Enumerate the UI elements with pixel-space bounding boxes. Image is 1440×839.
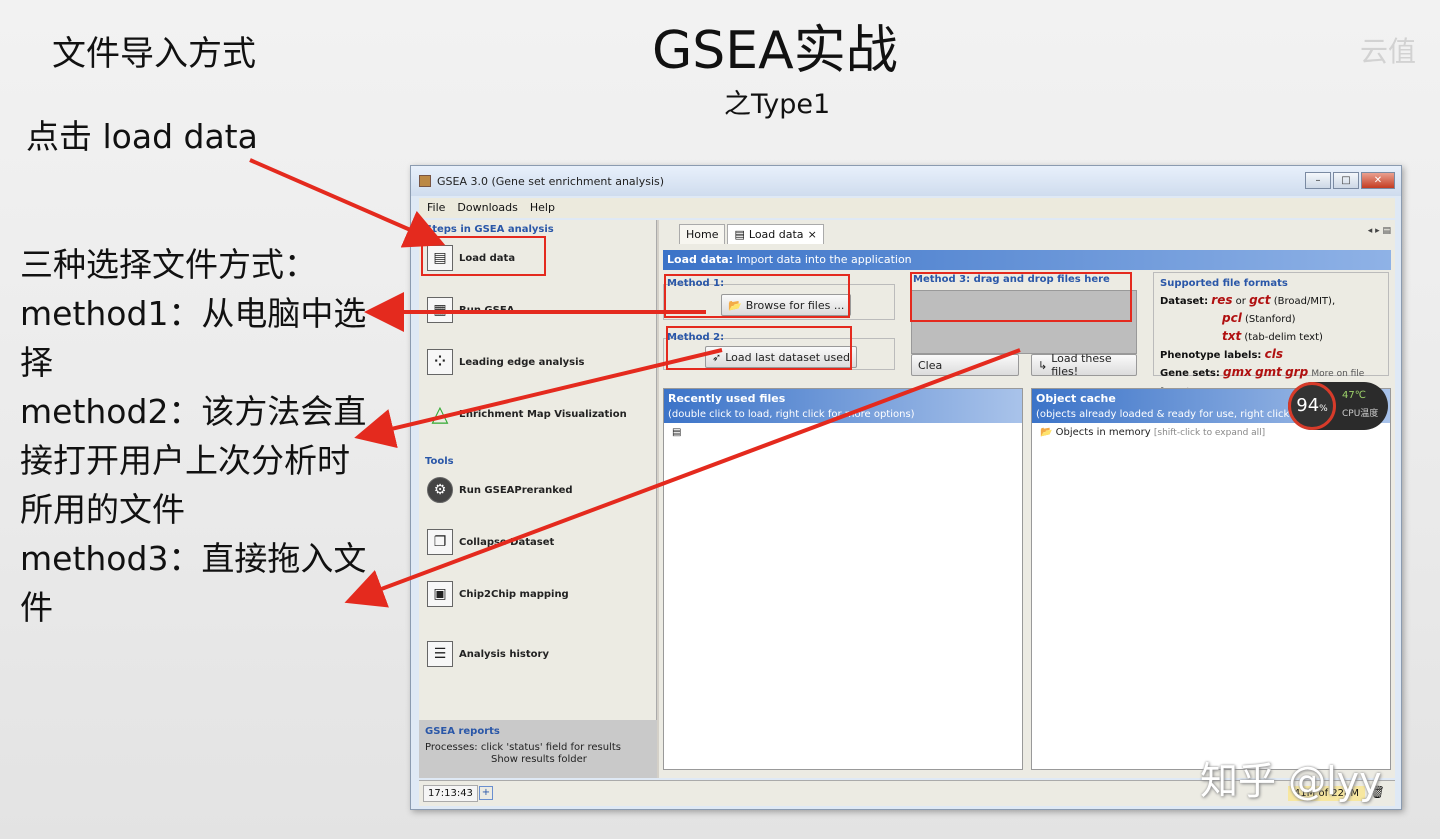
collapse-icon: ❐ xyxy=(427,529,453,555)
slide-subtitle: 之Type1 xyxy=(724,89,831,120)
object-cache-title: Object cache xyxy=(1036,392,1116,405)
add-icon[interactable]: + xyxy=(479,786,493,800)
step-enrichment-map-label: Enrichment Map Visualization xyxy=(459,408,627,420)
menubar: File Downloads Help xyxy=(419,198,1395,218)
left-pane: Steps in GSEA analysis ▤ Load data ▦ Run… xyxy=(419,220,657,778)
tool-collapse-dataset-label: Collapse Dataset xyxy=(459,536,555,548)
highlight-method2 xyxy=(666,326,852,370)
window-title: GSEA 3.0 (Gene set enrichment analysis) xyxy=(437,175,665,188)
close-button[interactable]: ✕ xyxy=(1361,172,1395,189)
load-files-icon: ↳ xyxy=(1038,358,1048,372)
menu-downloads[interactable]: Downloads xyxy=(457,198,517,218)
steps-header: Steps in GSEA analysis xyxy=(425,224,554,235)
note-methods-header: 三种选择文件方式： xyxy=(20,245,317,284)
cpu-gauge: 94% xyxy=(1288,382,1336,430)
tab-home-label: Home xyxy=(686,228,719,241)
recent-files-header: Recently used files (double click to loa… xyxy=(664,389,1022,423)
analysis-history[interactable]: ☰ Analysis history xyxy=(427,636,549,672)
tab-load-data-label: Load data xyxy=(748,228,804,241)
recent-files-title: Recently used files xyxy=(668,392,786,405)
tab-bar: Home ▤ Load data × xyxy=(679,224,826,244)
clear-button[interactable]: Clea xyxy=(911,354,1019,376)
tool-run-gsea-preranked[interactable]: ⚙ Run GSEAPreranked xyxy=(427,472,573,508)
note-methods: 三种选择文件方式： method1：从电脑中选择 method2：该方法会直接打… xyxy=(20,240,380,632)
tab-close-icon[interactable]: × xyxy=(808,228,817,241)
run-gsea-icon: ▦ xyxy=(427,297,453,323)
minimize-button[interactable]: – xyxy=(1305,172,1331,189)
tools-header: Tools xyxy=(425,456,454,467)
enrichment-map-icon: △ xyxy=(431,401,449,427)
tool-chip2chip-label: Chip2Chip mapping xyxy=(459,588,569,600)
folder-open-icon: 📂 xyxy=(1040,427,1053,438)
main-area: Steps in GSEA analysis ▤ Load data ▦ Run… xyxy=(419,220,1395,778)
step-enrichment-map[interactable]: △ Enrichment Map Visualization xyxy=(427,396,627,432)
highlight-load-data xyxy=(421,236,546,276)
object-cache-hint: (objects already loaded & ready for use,… xyxy=(1036,409,1290,420)
reports-processes: Processes: click 'status' field for resu… xyxy=(425,742,621,753)
slide-title: GSEA实战 xyxy=(652,21,898,81)
highlight-method1 xyxy=(664,274,850,318)
load-these-files-button[interactable]: ↳ Load these files! xyxy=(1031,352,1137,378)
tool-chip2chip[interactable]: ▣ Chip2Chip mapping xyxy=(427,576,569,612)
menu-help[interactable]: Help xyxy=(530,198,555,218)
show-results-folder-link[interactable]: Show results folder xyxy=(491,754,587,765)
cpu-temperature: 47℃ xyxy=(1342,390,1366,401)
tab-load-data[interactable]: ▤ Load data × xyxy=(727,224,824,244)
tool-run-gsea-preranked-label: Run GSEAPreranked xyxy=(459,484,573,496)
reports-title: GSEA reports xyxy=(425,726,500,737)
highlight-method3 xyxy=(910,272,1132,322)
tab-nav-arrows[interactable]: ◂ ▸ ▤ xyxy=(1368,226,1391,236)
formats-txt: txt (tab-delim text) xyxy=(1222,329,1323,343)
formats-title: Supported file formats xyxy=(1160,278,1288,289)
step-leading-edge[interactable]: ⁘ Leading edge analysis xyxy=(427,344,585,380)
gear-icon: ⚙ xyxy=(427,477,453,503)
gsea-reports: GSEA reports Processes: click 'status' f… xyxy=(419,720,657,778)
cpu-widget: 94% 47℃ CPU温度 xyxy=(1288,382,1388,430)
tab-load-data-icon: ▤ xyxy=(734,228,745,241)
app-icon xyxy=(419,175,431,187)
leading-edge-icon: ⁘ xyxy=(427,349,453,375)
recent-files-panel[interactable]: Recently used files (double click to loa… xyxy=(663,388,1023,770)
formats-pcl: pcl (Stanford) xyxy=(1222,311,1296,325)
formats-phenotype: Phenotype labels: cls xyxy=(1160,347,1283,361)
step-run-gsea-label: Run GSEA xyxy=(459,304,515,316)
supported-formats: Supported file formats Dataset: res or g… xyxy=(1153,272,1389,397)
analysis-history-label: Analysis history xyxy=(459,648,549,660)
step-leading-edge-label: Leading edge analysis xyxy=(459,356,585,368)
tab-home[interactable]: Home xyxy=(679,224,726,244)
banner-bold: Load data: xyxy=(667,253,734,266)
load-data-banner: Load data: Import data into the applicat… xyxy=(663,250,1391,270)
load-these-files-label: Load these files! xyxy=(1051,352,1112,378)
clear-label: Clea xyxy=(918,358,943,372)
chip-icon: ▣ xyxy=(427,581,453,607)
tool-collapse-dataset[interactable]: ❐ Collapse Dataset xyxy=(427,524,554,560)
slide-corner-label: 文件导入方式 xyxy=(52,34,256,74)
banner-text: Import data into the application xyxy=(736,253,912,266)
object-cache-panel[interactable]: Object cache (objects already loaded & r… xyxy=(1031,388,1391,770)
note-method3: method3：直接拖入文件 xyxy=(20,539,367,627)
cpu-temperature-label: CPU温度 xyxy=(1342,409,1379,419)
gsea-window: GSEA 3.0 (Gene set enrichment analysis) … xyxy=(410,165,1402,810)
watermark: 知乎 @lyy xyxy=(1200,759,1382,803)
faint-background-text: 云值 xyxy=(1360,35,1417,68)
formats-dataset: Dataset: res or gct (Broad/MIT), xyxy=(1160,293,1336,307)
note-method2: method2：该方法会直接打开用户上次分析时所用的文件 xyxy=(20,392,367,529)
note-click-load-data: 点击 load data xyxy=(26,117,258,156)
history-icon: ☰ xyxy=(427,641,453,667)
step-run-gsea[interactable]: ▦ Run GSEA xyxy=(427,292,514,328)
status-time: 17:13:43 xyxy=(423,785,478,802)
maximize-button[interactable]: □ xyxy=(1333,172,1359,189)
window-titlebar[interactable]: GSEA 3.0 (Gene set enrichment analysis) … xyxy=(411,166,1401,196)
recent-file-item[interactable]: ▤ xyxy=(664,423,1022,442)
recent-files-hint: (double click to load, right click for m… xyxy=(668,409,915,420)
note-method1: method1：从电脑中选择 xyxy=(20,294,367,382)
menu-file[interactable]: File xyxy=(427,198,445,218)
